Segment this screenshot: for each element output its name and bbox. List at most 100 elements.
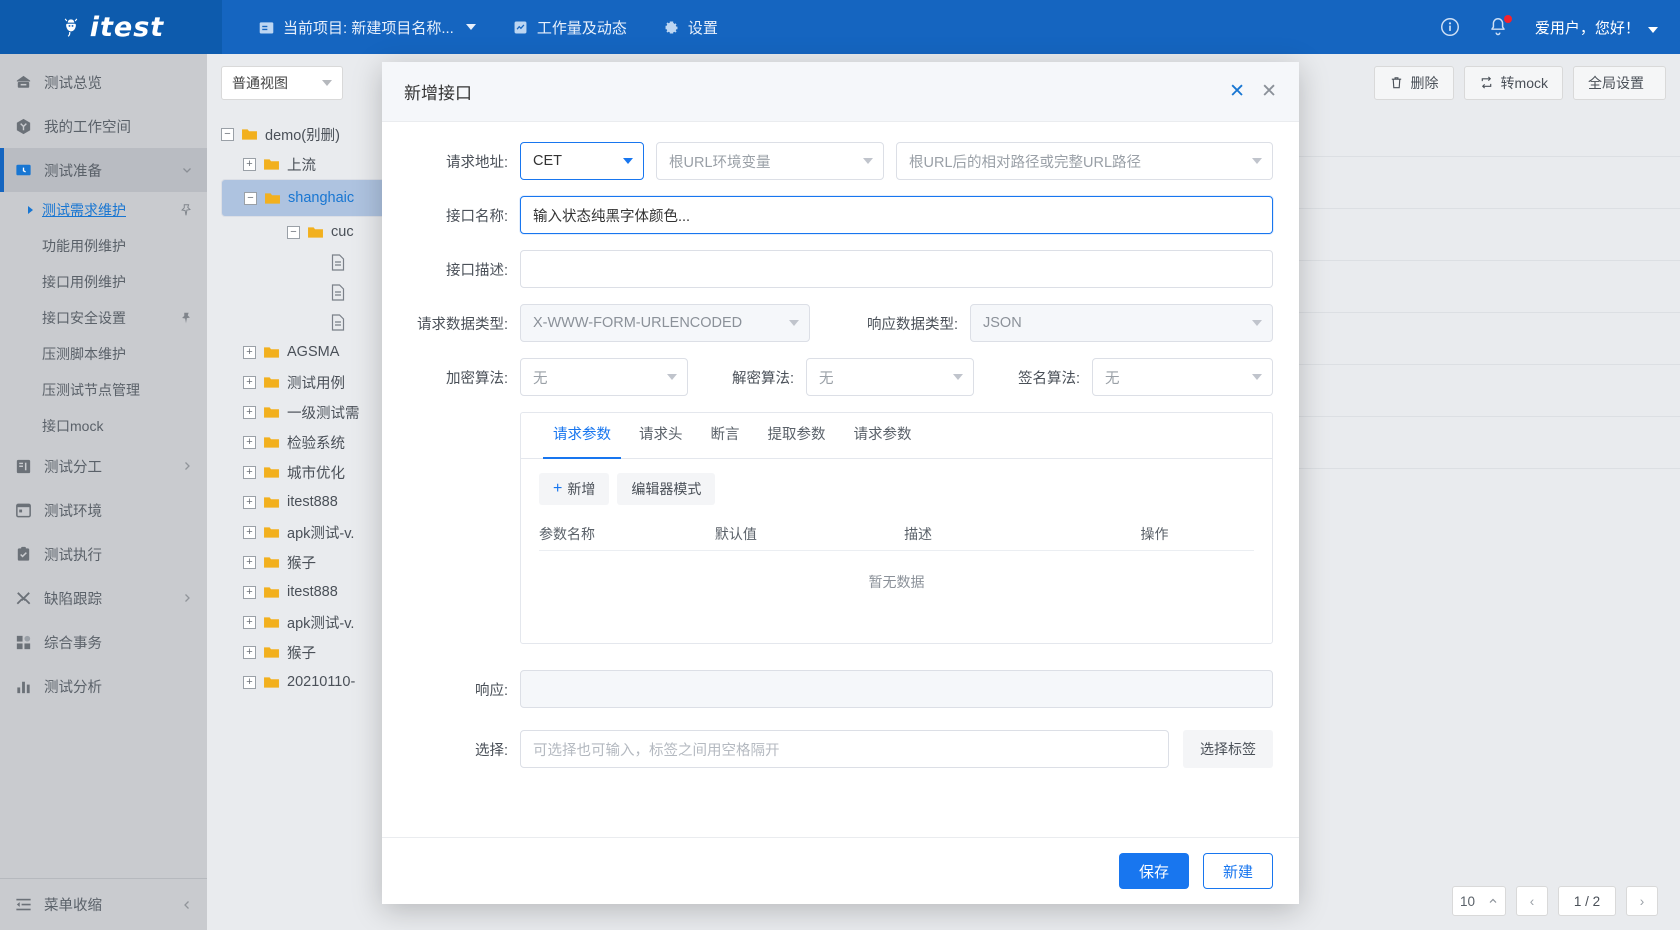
user-greeting-label: 爱用户，您好！ (1534, 19, 1640, 37)
to-mock-button[interactable]: 转mock (1463, 65, 1563, 100)
exec-icon (17, 546, 30, 561)
sidebar-item-test-assignment[interactable]: 测试分工 (0, 444, 207, 488)
api-name-input[interactable]: 输入状态纯黑字体颜色... (520, 196, 1273, 234)
tree-expander[interactable]: + (243, 675, 256, 689)
project-icon (259, 21, 274, 33)
select-tags-placeholder: 可选择也可输入，标签之间用空格隔开 (533, 742, 780, 759)
sidebar-item-test-environment[interactable]: 测试环境 (0, 488, 207, 532)
tab-assertions[interactable]: 断言 (697, 413, 754, 458)
page-size-value: 10 (1460, 893, 1476, 909)
sidebar-item-api-mock[interactable]: 接口mock (0, 408, 207, 444)
user-greeting[interactable]: 爱用户，您好！ (1535, 17, 1658, 38)
close-icon[interactable]: ✕ (1261, 82, 1277, 101)
delete-button[interactable]: 删除 (1373, 65, 1454, 100)
sidebar-item-label: 测试环境 (44, 503, 102, 520)
tree-node-label: apk测试-v. (287, 615, 355, 632)
prev-page-button[interactable]: ‹ (1516, 886, 1548, 916)
url-env-select[interactable]: 根URL环境变量 (656, 142, 884, 180)
api-name-label: 接口名称: (445, 208, 508, 225)
app-root: itest 当前项目: 新建项目名称... 工作量及动态 设置 爱用户，您好！ … (0, 0, 1680, 930)
tree-expander[interactable]: + (243, 615, 256, 629)
tree-expander[interactable]: + (243, 405, 256, 419)
save-button[interactable]: 保存 (1119, 853, 1189, 889)
tab-request-headers[interactable]: 请求头 (625, 413, 697, 458)
new-button[interactable]: 新建 (1203, 853, 1273, 889)
tree-expander[interactable]: + (243, 525, 256, 539)
topnav-settings[interactable]: 设置 (645, 0, 736, 54)
sidebar-item-overview[interactable]: 测试总览 (0, 60, 207, 104)
folder-icon (264, 437, 279, 448)
api-description-input[interactable] (520, 250, 1273, 288)
param-col-ops: 操作 (1140, 525, 1169, 542)
tree-expander[interactable]: − (244, 191, 257, 205)
sidebar-item-test-analysis[interactable]: 测试分析 (0, 664, 207, 708)
url-path-select[interactable]: 根URL后的相对路径或完整URL路径 (896, 142, 1273, 180)
sidebar-item-perf-node[interactable]: 压测试节点管理 (0, 372, 207, 408)
choose-tag-button[interactable]: 选择标签 (1183, 730, 1273, 768)
page-size-select[interactable]: 10 (1452, 886, 1506, 916)
sidebar-item-api-case[interactable]: 接口用例维护 (0, 264, 207, 300)
folder-icon (264, 587, 279, 598)
editor-mode-button[interactable]: 编辑器模式 (617, 473, 716, 505)
tab-extract-params[interactable]: 提取参数 (754, 413, 840, 458)
chevron-down-icon (322, 79, 332, 86)
tree-expander[interactable]: + (243, 645, 256, 659)
global-settings-button[interactable]: 全局设置 (1573, 65, 1666, 100)
brand-logo[interactable]: itest (0, 0, 222, 54)
sidebar-collapse-button[interactable]: 菜单收缩 (0, 878, 207, 930)
sidebar-item-test-execution[interactable]: 测试执行 (0, 532, 207, 576)
sidebar-item-defect-tracking[interactable]: 缺陷跟踪 (0, 576, 207, 620)
tab-request-params[interactable]: 请求参数 (539, 413, 625, 459)
topnav-workload[interactable]: 工作量及动态 (494, 0, 645, 54)
tree-node-label: apk测试-v. (287, 525, 355, 542)
sidebar-item-function-case[interactable]: 功能用例维护 (0, 228, 207, 264)
sidebar-item-general-affairs[interactable]: 综合事务 (0, 620, 207, 664)
sidebar-item-test-preparation[interactable]: 测试准备 (0, 148, 207, 192)
tab-request-params-2[interactable]: 请求参数 (840, 413, 926, 458)
http-method-select[interactable]: CET (520, 142, 644, 180)
add-param-button[interactable]: + 新增 (539, 473, 610, 505)
page-indicator[interactable]: 1 / 2 (1558, 886, 1616, 916)
tree-expander[interactable]: − (221, 127, 234, 141)
folder-icon (264, 647, 279, 658)
pin-filled-icon[interactable] (179, 311, 193, 325)
sidebar-item-perf-script[interactable]: 压测脚本维护 (0, 336, 207, 372)
request-data-type-select[interactable]: X-WWW-FORM-URLENCODED (520, 304, 810, 342)
tree-expander[interactable]: + (243, 375, 256, 389)
tree-expander[interactable]: + (243, 555, 256, 569)
tree-expander[interactable]: + (243, 157, 256, 171)
parameters-tabbar: 请求参数 请求头 断言 提取参数 请求参数 (521, 413, 1272, 459)
sidebar-item-test-requirement[interactable]: 测试需求维护 (0, 192, 207, 228)
sidebar-item-workspace[interactable]: 我的工作空间 (0, 104, 207, 148)
tree-expander[interactable]: − (287, 225, 300, 239)
response-data-type-select[interactable]: JSON (970, 304, 1273, 342)
chevron-down-icon (863, 158, 873, 164)
chevron-down-icon (183, 168, 191, 173)
folder-icon (264, 557, 279, 568)
tree-expander[interactable]: + (243, 345, 256, 359)
close-icon-blue[interactable]: ✕ (1229, 82, 1245, 101)
sidebar-sub-label: 接口安全设置 (42, 310, 126, 326)
tree-expander[interactable]: + (243, 435, 256, 449)
view-mode-select[interactable]: 普通视图 (221, 65, 343, 100)
topnav-current-project[interactable]: 当前项目: 新建项目名称... (240, 0, 494, 54)
bell-icon[interactable] (1487, 15, 1512, 38)
workspace-icon (16, 118, 31, 134)
tree-expander[interactable]: + (243, 585, 256, 599)
tree-expander[interactable]: + (243, 495, 256, 509)
response-input[interactable] (520, 670, 1273, 708)
sidebar-item-api-security[interactable]: 接口安全设置 (0, 300, 207, 336)
select-tags-input[interactable]: 可选择也可输入，标签之间用空格隔开 (520, 730, 1169, 768)
decrypt-algorithm-select[interactable]: 无 (806, 358, 974, 396)
topnav-label: 当前项目: 新建项目名称... (283, 19, 454, 37)
tree-expander[interactable]: + (243, 465, 256, 479)
info-icon[interactable] (1439, 16, 1461, 38)
home-icon (16, 75, 31, 88)
sign-algorithm-select[interactable]: 无 (1092, 358, 1273, 396)
global-settings-label: 全局设置 (1588, 74, 1644, 91)
next-page-button[interactable]: › (1626, 886, 1658, 916)
decrypt-algorithm-label: 解密算法: (731, 370, 794, 387)
sidebar-scroll: 测试总览 我的工作空间 测试准备 测试需求维护 功能用例维护 接口用例维护 接口… (0, 54, 207, 878)
encrypt-algorithm-select[interactable]: 无 (520, 358, 688, 396)
pin-outline-icon[interactable] (179, 203, 193, 217)
